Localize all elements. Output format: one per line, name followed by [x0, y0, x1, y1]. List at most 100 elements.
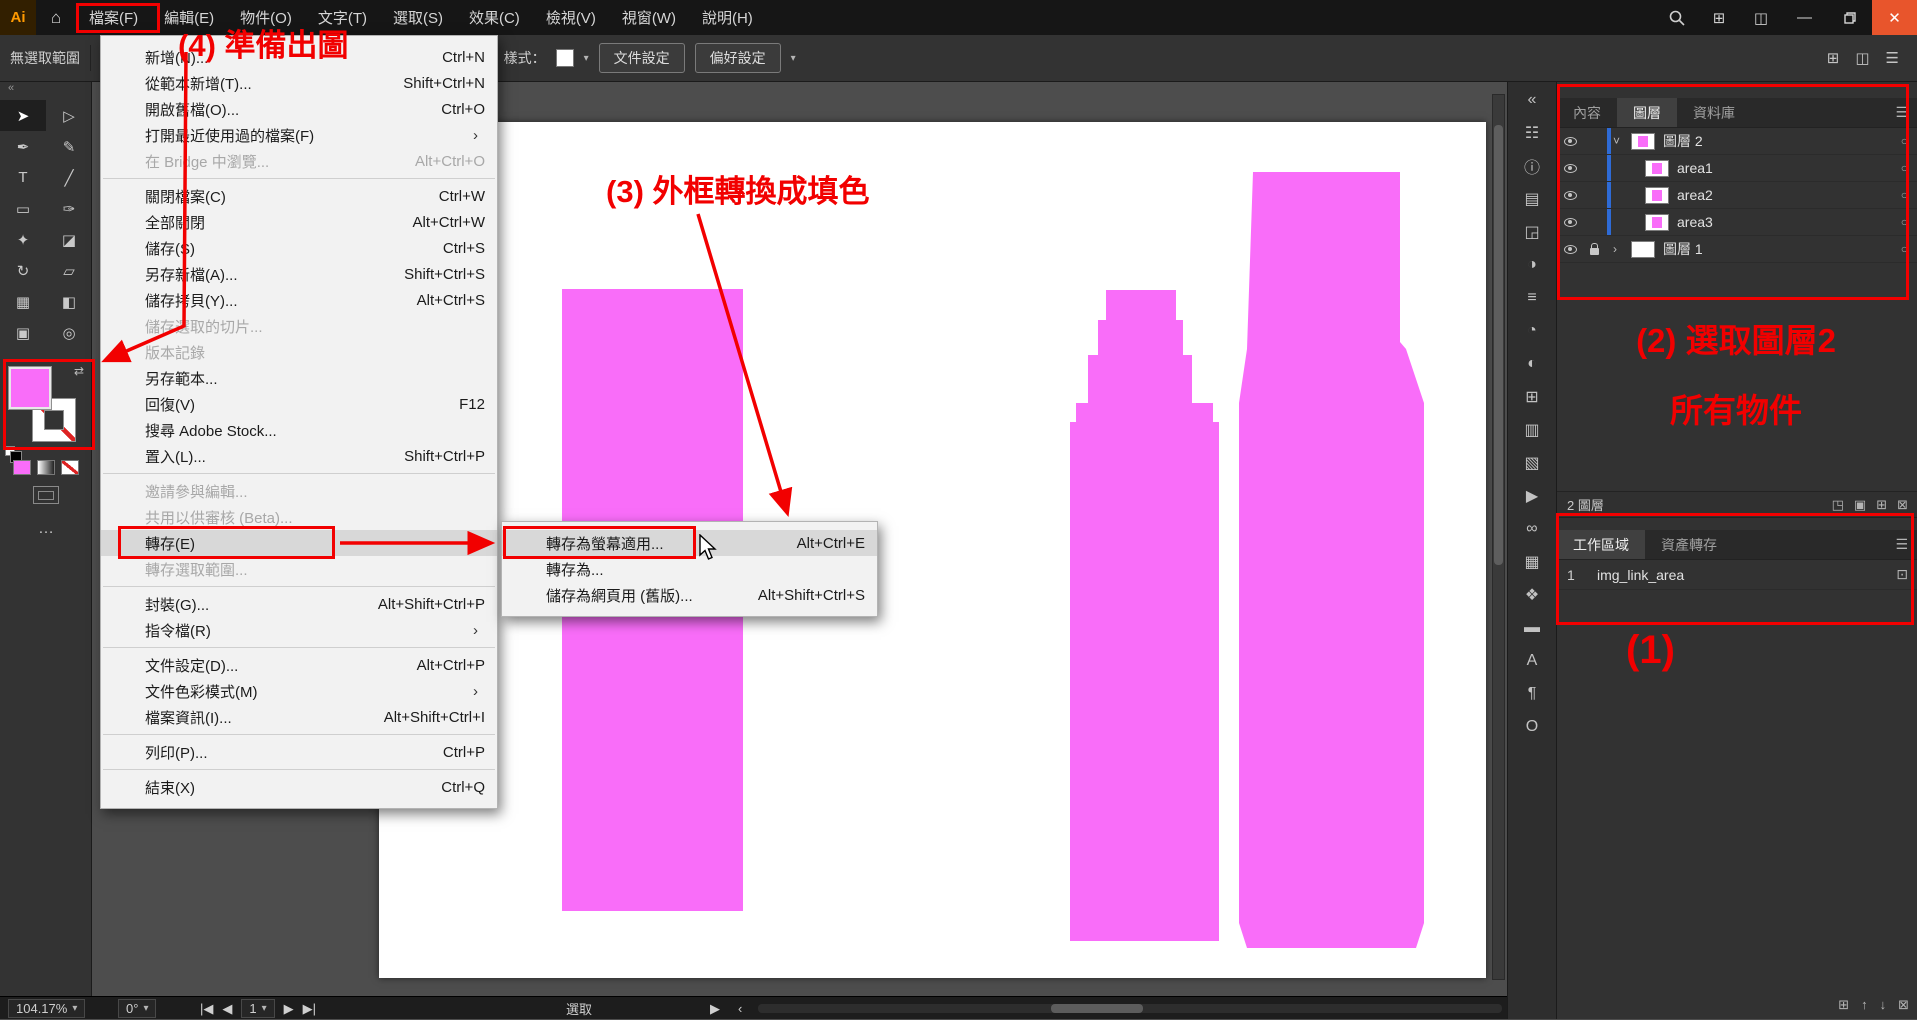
minimize-button[interactable]: —	[1782, 0, 1827, 35]
close-button[interactable]: ✕	[1872, 0, 1917, 35]
asset-export-panel-icon[interactable]: ◲	[1517, 222, 1547, 242]
file-menu-item[interactable]: 文件設定(D)... Alt+Ctrl+P ›	[101, 652, 497, 678]
layer-row[interactable]: 圖層 1 ○	[1557, 236, 1917, 263]
default-swatches-icon[interactable]	[5, 446, 15, 456]
magenta-bottle-shape-large[interactable]	[1239, 172, 1424, 948]
file-menu-item[interactable]: 打開最近使用過的檔案(F) ›	[101, 122, 497, 148]
shaper-tool[interactable]: ✦	[0, 224, 46, 255]
target-circle-icon[interactable]: ○	[1901, 161, 1908, 175]
selection-tool[interactable]: ➤	[0, 100, 46, 131]
target-circle-icon[interactable]: ○	[1901, 134, 1908, 148]
vertical-scrollbar[interactable]	[1492, 94, 1505, 980]
rotation-dropdown[interactable]: 0° ▾	[118, 999, 156, 1018]
file-menu-item[interactable]: 轉存(E) ›	[101, 530, 497, 556]
links-panel-icon[interactable]: ∞	[1517, 519, 1547, 539]
direct-selection-tool[interactable]: ▷	[46, 100, 92, 131]
file-menu-item[interactable]: 關閉檔案(C) Ctrl+W ›	[101, 183, 497, 209]
file-menu-item[interactable]: 儲存選取的切片... ›	[101, 313, 497, 339]
character-panel-icon[interactable]: A	[1517, 651, 1547, 671]
artboard-number-dropdown[interactable]: 1 ▾	[241, 999, 274, 1018]
play-icon[interactable]: ▶	[710, 1001, 720, 1017]
file-menu-item[interactable]: 另存新檔(A)... Shift+Ctrl+S ›	[101, 261, 497, 287]
move-artboard-up-icon[interactable]: ↑	[1861, 997, 1868, 1013]
swap-fill-stroke-icon[interactable]: ⇄	[74, 364, 84, 378]
panel-tab[interactable]: 資產轉存	[1645, 530, 1733, 559]
layer-name[interactable]: 圖層 2	[1663, 131, 1703, 151]
style-chip[interactable]	[556, 49, 574, 67]
stroke-panel-icon[interactable]: ≡	[1517, 288, 1547, 308]
eraser-tool[interactable]: ◪	[46, 224, 92, 255]
layer-row[interactable]: area1 ○	[1557, 155, 1917, 182]
actions-panel-icon[interactable]: ▶	[1517, 486, 1547, 506]
pen-tool[interactable]: ✒	[0, 131, 46, 162]
visibility-toggle[interactable]	[1557, 245, 1583, 254]
brushes-panel-icon[interactable]: ▥	[1517, 420, 1547, 440]
paintbrush-tool[interactable]: ✑	[46, 193, 92, 224]
disclosure-triangle-icon[interactable]	[1613, 242, 1631, 256]
magenta-bottle-shape-small[interactable]	[1070, 290, 1219, 941]
gradient-tool[interactable]: ◧	[46, 286, 92, 317]
opentype-panel-icon[interactable]: O	[1517, 717, 1547, 737]
rectangle-tool[interactable]: ▭	[0, 193, 46, 224]
none-mode-button[interactable]	[61, 460, 79, 475]
visibility-toggle[interactable]	[1557, 191, 1583, 200]
export-submenu-item[interactable]: 轉存為螢幕適用... Alt+Ctrl+E ›	[502, 530, 877, 556]
maximize-button[interactable]	[1827, 0, 1872, 35]
file-menu-item[interactable]: 版本記錄 ›	[101, 339, 497, 365]
preferences-button[interactable]: 偏好設定	[695, 43, 781, 73]
chevron-down-icon[interactable]: ▾	[584, 53, 589, 64]
layer-name[interactable]: area3	[1677, 214, 1713, 230]
next-artboard-icon[interactable]: ▶	[284, 1001, 294, 1017]
file-menu-item[interactable]: 在 Bridge 中瀏覽... Alt+Ctrl+O ›	[101, 148, 497, 174]
horizontal-scrollbar-thumb[interactable]	[1051, 1004, 1143, 1013]
symbols-panel-icon[interactable]: ▧	[1517, 453, 1547, 473]
file-menu-item[interactable]: 開啟舊檔(O)... Ctrl+O ›	[101, 96, 497, 122]
file-menu-item[interactable]: 新增(N)... Ctrl+N ›	[101, 44, 497, 70]
search-icon[interactable]	[1656, 0, 1698, 35]
layer-name[interactable]: area2	[1677, 187, 1713, 203]
horizontal-scrollbar[interactable]	[758, 1004, 1502, 1013]
artboard-icon[interactable]: ⊡	[1896, 566, 1908, 583]
visibility-toggle[interactable]	[1557, 137, 1583, 146]
chevron-down-icon[interactable]: ▾	[791, 53, 796, 64]
panel-tab[interactable]: 內容	[1557, 98, 1617, 127]
curvature-tool[interactable]: ✎	[46, 131, 92, 162]
menubar-item[interactable]: 視窗(W)	[609, 0, 689, 35]
workspace-switcher-icon[interactable]: ⊞	[1827, 49, 1840, 67]
layer-row[interactable]: 圖層 2 ○	[1557, 128, 1917, 155]
file-menu-item[interactable]: 指令檔(R) ›	[101, 617, 497, 643]
last-artboard-icon[interactable]: ▶|	[303, 1001, 316, 1017]
edit-toolbar-icon[interactable]: …	[0, 520, 92, 538]
collapse-toolbar-icon[interactable]: «	[0, 82, 91, 100]
panel-tab[interactable]: 工作區域	[1557, 530, 1645, 559]
apps-grid-icon[interactable]: ⊞	[1698, 0, 1740, 35]
move-artboard-down-icon[interactable]: ↓	[1880, 997, 1887, 1013]
info-panel-icon[interactable]: ⓘ	[1517, 156, 1547, 176]
menubar-item[interactable]: 物件(O)	[227, 0, 305, 35]
clip-mask-icon[interactable]: ▣	[1854, 497, 1866, 513]
file-menu-item[interactable]: 全部關閉 Alt+Ctrl+W ›	[101, 209, 497, 235]
file-menu-item[interactable]: 檔案資訊(I)... Alt+Shift+Ctrl+I ›	[101, 704, 497, 730]
collect-for-export-icon[interactable]: ◳	[1832, 497, 1844, 513]
disclosure-triangle-icon[interactable]	[1613, 134, 1631, 148]
visibility-toggle[interactable]	[1557, 218, 1583, 227]
image-trace-panel-icon[interactable]: ▦	[1517, 552, 1547, 572]
export-submenu-item[interactable]: 儲存為網頁用 (舊版)... Alt+Shift+Ctrl+S ›	[502, 582, 877, 608]
document-setup-button[interactable]: 文件設定	[599, 43, 685, 73]
line-segment-tool[interactable]: ╱	[46, 162, 92, 193]
scrollbar-chevron-icon[interactable]: ‹	[738, 1001, 742, 1016]
file-menu-item[interactable]: 回復(V) F12 ›	[101, 391, 497, 417]
swatches-panel-icon[interactable]: ⊞	[1517, 387, 1547, 407]
layer-row[interactable]: area3 ○	[1557, 209, 1917, 236]
file-menu-item[interactable]: 儲存(S) Ctrl+S ›	[101, 235, 497, 261]
control-menu-icon[interactable]: ☰	[1886, 49, 1899, 67]
artboard-name[interactable]: img_link_area	[1597, 567, 1684, 583]
file-menu-item[interactable]: 封裝(G)... Alt+Shift+Ctrl+P ›	[101, 591, 497, 617]
scale-tool[interactable]: ▱	[46, 255, 92, 286]
file-menu-item[interactable]: 另存範本... ›	[101, 365, 497, 391]
menubar-item[interactable]: 說明(H)	[689, 0, 766, 35]
lock-toggle[interactable]	[1583, 244, 1605, 255]
artboard-row[interactable]: 1 img_link_area ⊡	[1557, 560, 1917, 590]
file-menu-item[interactable]: 置入(L)... Shift+Ctrl+P ›	[101, 443, 497, 469]
file-menu-item[interactable]: 共用以供審核 (Beta)... ›	[101, 504, 497, 530]
